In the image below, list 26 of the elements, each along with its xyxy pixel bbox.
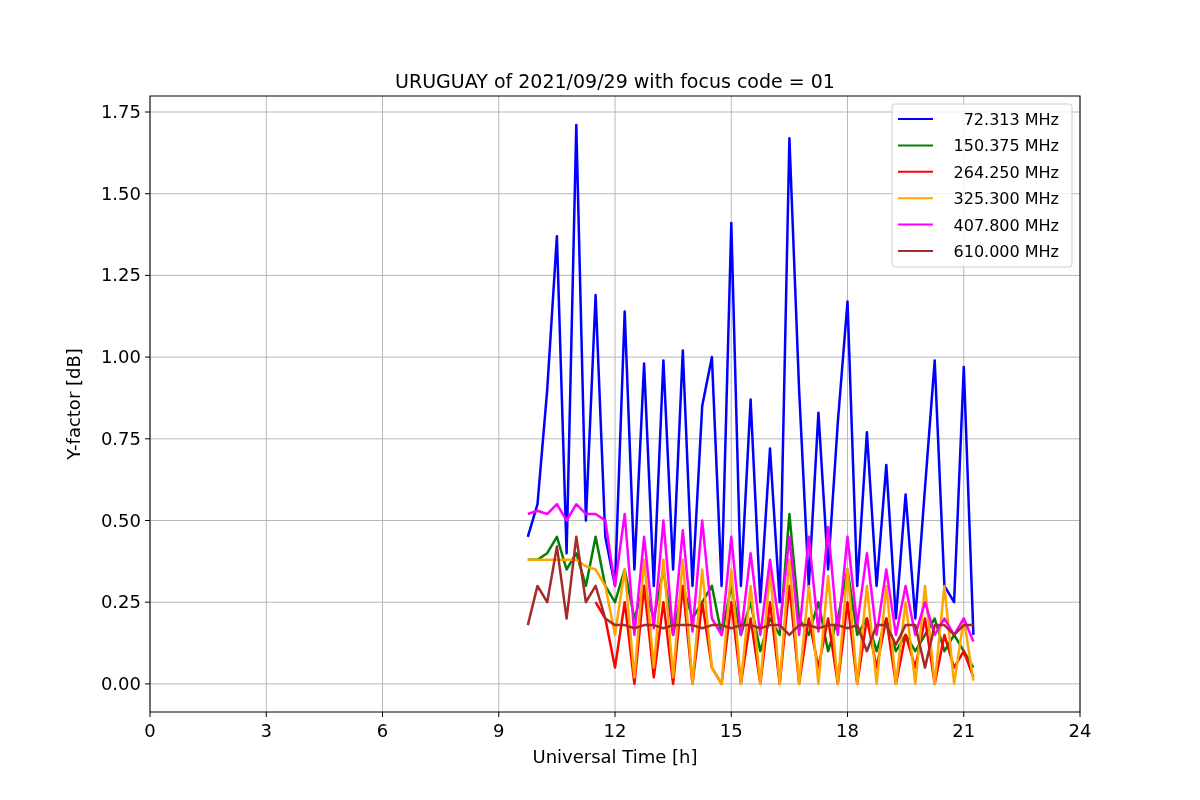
chart-title: URUGUAY of 2021/09/29 with focus code = 01 — [395, 70, 835, 92]
x-tick-label: 9 — [493, 720, 505, 741]
y-tick-label: 1.50 — [100, 182, 141, 204]
y-tick-label: 0.25 — [100, 591, 141, 613]
legend-label: 72.313 MHz — [963, 110, 1059, 129]
x-tick-label: 18 — [836, 720, 859, 741]
y-tick-label: 0.75 — [100, 427, 141, 449]
legend-label: 264.250 MHz — [953, 162, 1059, 182]
y-tick-label: 0.00 — [100, 672, 141, 694]
y-tick-label: 0.50 — [100, 509, 141, 531]
x-tick-label: 3 — [260, 720, 272, 741]
x-tick-label: 0 — [144, 720, 156, 741]
legend-label: 610.000 MHz — [953, 242, 1059, 261]
legend-label: 407.800 MHz — [953, 215, 1059, 235]
y-tick-label: 1.75 — [100, 101, 141, 122]
x-tick-label: 15 — [719, 720, 743, 741]
x-axis-label: Universal Time [h] — [532, 746, 698, 767]
x-tick-label: 6 — [376, 720, 389, 741]
x-tick-label: 21 — [952, 720, 976, 741]
x-tick-label: 24 — [1068, 720, 1092, 741]
y-tick-label: 1.00 — [100, 346, 141, 368]
legend-label: 325.300 MHz — [953, 189, 1059, 209]
y-tick-label: 1.25 — [100, 264, 141, 286]
legend-label: 150.375 MHz — [953, 136, 1059, 156]
x-tick-label: 12 — [603, 720, 627, 741]
y-axis-label: Y-factor [dB] — [63, 348, 84, 460]
